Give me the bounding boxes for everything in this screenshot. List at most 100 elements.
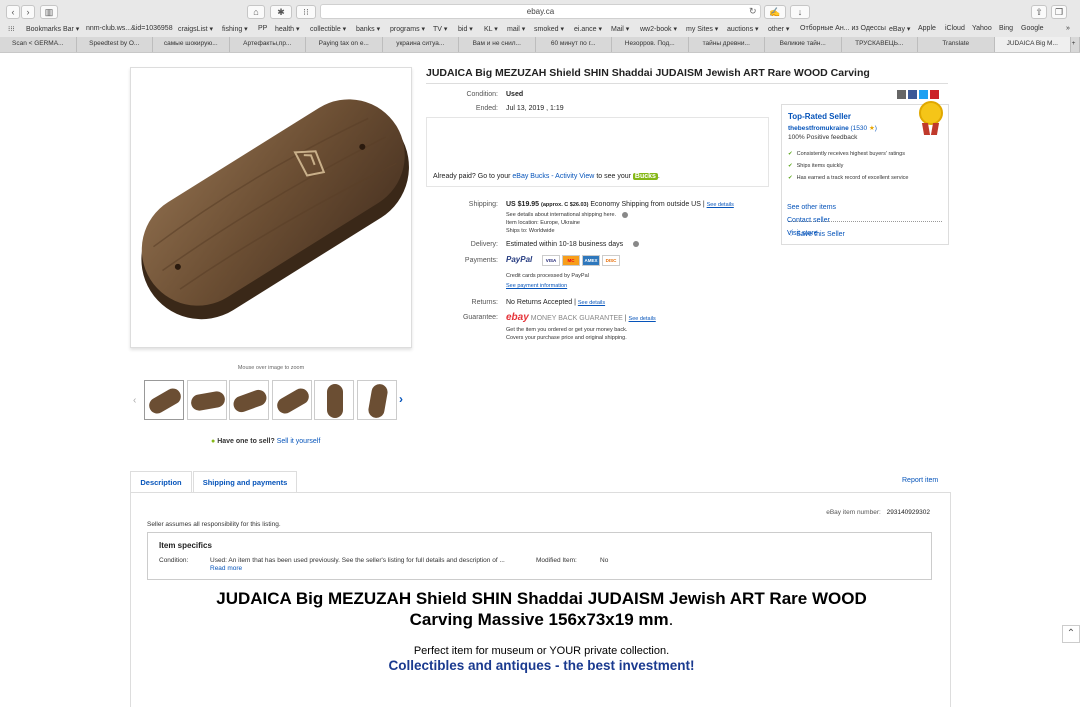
visit-store-link[interactable]: Visit store — [787, 230, 818, 237]
bookmarks-overflow-icon[interactable]: » — [1066, 25, 1070, 32]
browser-tab[interactable]: Speedtest by O... — [77, 37, 153, 52]
browser-tab[interactable]: Незорров. Под... — [612, 37, 689, 52]
delivery-label: Delivery: — [470, 241, 498, 248]
info-icon[interactable] — [622, 212, 628, 218]
report-item-link[interactable]: Report item — [902, 477, 938, 484]
back-icon[interactable]: ‹ — [6, 5, 20, 19]
guarantee-see-details[interactable]: See details — [629, 316, 656, 322]
bookmark-item[interactable]: eBay ▾ — [889, 25, 910, 33]
tabs-overview-icon[interactable]: ❐ — [1051, 5, 1067, 19]
browser-tab[interactable]: украина ситуа... — [383, 37, 459, 52]
condition-label: Condition: — [466, 91, 498, 98]
seller-bullet: ✔ Ships items quickly — [788, 163, 843, 169]
grid-icon[interactable]: ⁝⁝ — [296, 5, 316, 19]
forward-icon[interactable]: › — [21, 5, 35, 19]
edit-icon[interactable]: ✍ — [764, 5, 786, 19]
browser-tab[interactable]: 60 минут по г... — [536, 37, 612, 52]
thumbnail[interactable] — [314, 380, 354, 420]
contact-seller-link[interactable]: Contact seller — [787, 217, 830, 224]
share-icon[interactable]: ⇧ — [1031, 5, 1047, 19]
bookmark-item[interactable]: Apple — [918, 25, 936, 32]
bookmark-item[interactable]: Yahoo — [972, 25, 992, 32]
bookmark-item[interactable]: ei.ance ▾ — [574, 25, 602, 33]
browser-toolbar: ‹ › ▥ ⌂ ✱ ⁝⁝ ebay.ca ↻ ✍ ↓ ⇧ ❐ — [0, 0, 1080, 22]
pinterest-icon[interactable] — [930, 90, 939, 99]
item-specifics-heading: Item specifics — [159, 541, 212, 550]
shipping-see-details[interactable]: See details — [707, 202, 734, 208]
browser-tab[interactable]: Scan < GERMA... — [0, 37, 77, 52]
spec-modified-value: No — [600, 557, 609, 564]
bookmark-item[interactable]: ww2-book ▾ — [640, 25, 677, 33]
twitter-icon[interactable] — [919, 90, 928, 99]
bookmark-item[interactable]: nnm-club.ws...&id=1036958 — [86, 25, 173, 32]
bookmark-item[interactable]: Google — [1021, 25, 1044, 32]
download-icon[interactable]: ↓ — [790, 5, 810, 19]
address-bar[interactable]: ebay.ca — [320, 4, 761, 19]
thumbnail[interactable] — [186, 380, 227, 420]
see-other-items-link[interactable]: See other items — [787, 204, 836, 211]
thumbnail[interactable] — [356, 380, 397, 420]
browser-tab[interactable]: Артефакты,пр... — [230, 37, 306, 52]
bookmark-item[interactable]: TV ▾ — [433, 25, 447, 33]
bookmark-item[interactable]: my Sites ▾ — [686, 25, 718, 33]
seller-score[interactable]: (1530 — [851, 125, 868, 132]
bookmark-item[interactable]: health ▾ — [275, 25, 300, 33]
reader-icon[interactable]: ✱ — [270, 5, 292, 19]
browser-tab[interactable]: тайны древни... — [689, 37, 765, 52]
bookmark-item[interactable]: banks ▾ — [356, 25, 380, 33]
browser-tab[interactable]: Translate — [918, 37, 995, 52]
bookmark-item[interactable]: Отборные Ан... из Одессы — [800, 25, 886, 32]
thumbnail[interactable] — [144, 380, 184, 420]
thumbnail[interactable] — [229, 380, 269, 420]
email-icon[interactable] — [897, 90, 906, 99]
card-logo: DISC — [602, 255, 620, 266]
bookmark-item[interactable]: collectible ▾ — [310, 25, 346, 33]
sidebar-icon[interactable]: ▥ — [40, 5, 58, 19]
bookmark-item[interactable]: fishing ▾ — [222, 25, 248, 33]
bookmark-item[interactable]: KL ▾ — [484, 25, 498, 33]
seller-name[interactable]: thebestfromukraine — [788, 125, 849, 132]
browser-tab[interactable]: ТРУСКАВЕЦЬ... — [842, 37, 918, 52]
bookmark-item[interactable]: auctions ▾ — [727, 25, 759, 33]
payments-label: Payments: — [464, 257, 498, 264]
browser-tab[interactable]: Paying tax on e... — [306, 37, 383, 52]
scroll-top-icon[interactable]: ⌃ — [1062, 625, 1080, 643]
read-more-link[interactable]: Read more — [210, 565, 242, 572]
browser-tab[interactable]: Великие тайн... — [765, 37, 842, 52]
bookmark-item[interactable]: Bookmarks Bar ▾ — [26, 25, 79, 33]
browser-tab[interactable]: Вам и не снил... — [459, 37, 536, 52]
bookmarks-grid-icon[interactable]: ⁝⁝⁝ — [8, 25, 15, 33]
bookmark-item[interactable]: PP — [258, 25, 267, 32]
sell-it-yourself-link[interactable]: Sell it yourself — [277, 438, 321, 445]
bookmark-item[interactable]: craigsList ▾ — [178, 25, 213, 33]
returns-row: No Returns Accepted | See details — [506, 299, 605, 306]
bookmark-item[interactable]: mail ▾ — [507, 25, 525, 33]
facebook-icon[interactable] — [908, 90, 917, 99]
reload-icon[interactable]: ↻ — [749, 6, 757, 17]
bookmark-item[interactable]: Bing — [999, 25, 1013, 32]
credit-note: Credit cards processed by PayPal — [506, 273, 589, 279]
thumbnail[interactable] — [271, 380, 312, 420]
bookmark-item[interactable]: iCloud — [945, 25, 965, 32]
home-icon[interactable]: ⌂ — [247, 5, 265, 19]
ended-value: Jul 13, 2019 , 1:19 — [506, 105, 564, 112]
thumb-prev-icon[interactable]: ‹ — [133, 395, 136, 406]
bookmark-item[interactable]: programs ▾ — [390, 25, 425, 33]
tab-description[interactable]: Description — [130, 471, 192, 493]
new-tab-icon[interactable]: + — [1068, 37, 1080, 52]
returns-see-details[interactable]: See details — [578, 300, 605, 306]
see-payment-link[interactable]: See payment information — [506, 283, 567, 289]
shipping-approx: (approx. C $26.03) — [541, 202, 589, 208]
ebay-bucks-link[interactable]: eBay Bucks - Activity View — [512, 173, 594, 180]
shipping-price: US $19.95 — [506, 201, 540, 208]
bookmark-item[interactable]: Mail ▾ — [611, 25, 629, 33]
browser-tab[interactable]: самые шокирую... — [153, 37, 230, 52]
tab-shipping-payments[interactable]: Shipping and payments — [193, 471, 297, 493]
thumb-next-icon[interactable]: › — [399, 392, 403, 406]
bookmark-item[interactable]: smoked ▾ — [534, 25, 564, 33]
browser-tab[interactable]: JUDAICA Big M... — [994, 37, 1071, 52]
bookmark-item[interactable]: other ▾ — [768, 25, 789, 33]
bookmark-item[interactable]: bid ▾ — [458, 25, 473, 33]
main-image-frame[interactable] — [130, 67, 412, 348]
delivery-info-icon[interactable] — [633, 241, 639, 247]
